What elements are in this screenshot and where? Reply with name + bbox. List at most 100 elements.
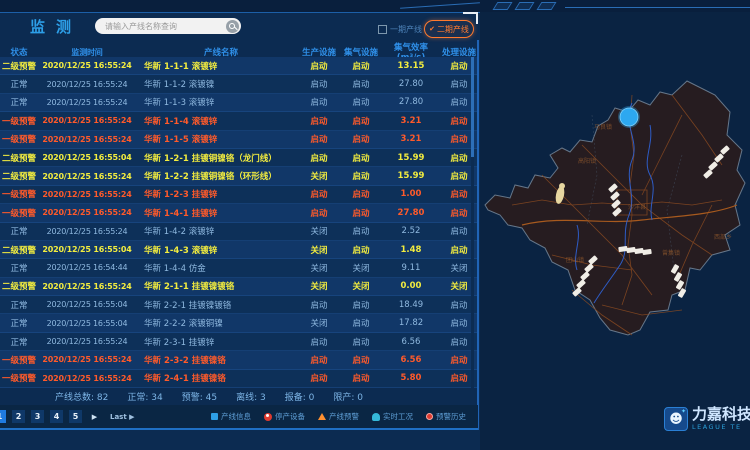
search-input[interactable] [95, 21, 226, 32]
search-box [95, 18, 241, 34]
cell-time: 2020/12/25 16:55:04 [38, 153, 136, 162]
cell-collection: 启动 [340, 244, 382, 256]
table-row[interactable]: 正常2020/12/25 16:55:24华新 1-4-2 滚镀锌关闭启动2.5… [0, 223, 478, 241]
summary-item: 离线: 3 [236, 393, 266, 403]
scrollbar-thumb[interactable] [471, 57, 474, 157]
page-button-4[interactable]: 4 [50, 410, 63, 423]
cell-time: 2020/12/25 16:55:24 [38, 337, 136, 346]
cell-name: 华新 1-4-2 滚镀锌 [136, 225, 298, 237]
cell-status: 一级预警 [0, 188, 38, 200]
map-svg: 马良镇高阳镇沙洋县西部乡曾集镇团山镇 [482, 55, 750, 445]
table-row[interactable]: 一级预警2020/12/25 16:55:24华新 1-1-4 滚镀锌启动启动3… [0, 112, 478, 130]
legend-item-history[interactable]: 预警历史 [426, 411, 466, 422]
legend-item-warning[interactable]: 产线预警 [318, 411, 359, 422]
table-row[interactable]: 一级预警2020/12/25 16:55:24华新 1-1-5 滚镀锌启动启动3… [0, 131, 478, 149]
cell-production: 关闭 [298, 317, 340, 329]
summary-item: 限产: 0 [333, 393, 363, 403]
cell-collection: 启动 [340, 372, 382, 384]
cell-status: 正常 [0, 96, 38, 108]
page-button-3[interactable]: 3 [31, 410, 44, 423]
legend-item-realtime[interactable]: 实时工况 [372, 411, 413, 422]
cell-time: 2020/12/25 16:55:04 [38, 245, 136, 254]
cell-name: 华新 1-1-5 滚镀锌 [136, 133, 298, 145]
cell-efficiency: 15.99 [382, 153, 440, 163]
column-header: 监测时间 [38, 47, 136, 58]
cell-collection: 启动 [340, 317, 382, 329]
cell-efficiency: 0.00 [382, 281, 440, 291]
table-row[interactable]: 正常2020/12/25 16:55:24华新 1-1-3 滚镀锌启动启动27.… [0, 94, 478, 112]
cell-efficiency: 9.11 [382, 263, 440, 273]
cell-efficiency: 27.80 [382, 208, 440, 218]
cell-status: 正常 [0, 317, 38, 329]
summary-item: 正常: 34 [127, 393, 162, 403]
cell-efficiency: 27.80 [382, 97, 440, 107]
cell-efficiency: 3.21 [382, 134, 440, 144]
map-place-label: 高阳镇 [578, 157, 596, 165]
cell-time: 2020/12/25 16:55:24 [38, 80, 136, 89]
summary-item: 产线总数: 82 [55, 393, 108, 403]
table-row[interactable]: 正常2020/12/25 16:55:04华新 2-2-1 挂镀镍镀铬启动启动1… [0, 296, 478, 314]
page-title: 监测 [30, 16, 82, 37]
page-button-2[interactable]: 2 [12, 410, 25, 423]
device-marker[interactable] [620, 108, 638, 126]
cell-status: 二级预警 [0, 280, 38, 292]
cell-time: 2020/12/25 16:55:24 [38, 282, 136, 291]
table-row[interactable]: 一级预警2020/12/25 16:55:24华新 2-4-1 挂镀镍铬启动启动… [0, 370, 478, 388]
map-place-label: 马良镇 [594, 123, 612, 131]
table-row[interactable]: 二级预警2020/12/25 16:55:04华新 1-2-1 挂镀铜镍铬（龙门… [0, 149, 478, 167]
table-row[interactable]: 正常2020/12/25 16:54:44华新 1-4-4 仿金关闭关闭9.11… [0, 259, 478, 277]
device-marker-group [618, 106, 640, 128]
cell-status: 一级预警 [0, 133, 38, 145]
cell-status: 正常 [0, 225, 38, 237]
table-row[interactable]: 二级预警2020/12/25 16:55:04华新 1-4-3 滚镀锌关闭启动1… [0, 241, 478, 259]
table-row[interactable]: 一级预警2020/12/25 16:55:24华新 1-2-3 挂镀锌启动启动1… [0, 186, 478, 204]
cell-time: 2020/12/25 16:55:24 [38, 98, 136, 107]
cell-efficiency: 3.21 [382, 116, 440, 126]
table-row[interactable]: 一级预警2020/12/25 16:55:24华新 1-4-1 挂镀锌启动启动2… [0, 204, 478, 222]
next-page-button[interactable]: ▶ [88, 410, 101, 423]
legend-item-stop[interactable]: 停产设备 [264, 411, 305, 422]
cell-time: 2020/12/25 16:55:24 [38, 116, 136, 125]
cell-collection: 启动 [340, 299, 382, 311]
legend-item-info[interactable]: 产线信息 [211, 411, 251, 422]
cell-production: 关闭 [298, 280, 340, 292]
page-button-1[interactable]: 1 [0, 410, 6, 423]
cell-name: 华新 2-1-1 挂镀镍镀铬 [136, 280, 298, 292]
cell-production: 关闭 [298, 225, 340, 237]
cell-collection: 启动 [340, 354, 382, 366]
last-page-button[interactable]: Last ▶ [107, 410, 138, 423]
legend-label: 产线预警 [329, 411, 359, 422]
map-place-label: 西部乡 [714, 233, 732, 241]
cell-status: 一级预警 [0, 207, 38, 219]
cell-efficiency: 2.52 [382, 226, 440, 236]
cell-status: 正常 [0, 262, 38, 274]
cell-status: 一级预警 [0, 372, 38, 384]
table-body: 二级预警2020/12/25 16:55:24华新 1-1-1 滚镀锌启动启动1… [0, 57, 478, 388]
table-row[interactable]: 二级预警2020/12/25 16:55:24华新 1-1-1 滚镀锌启动启动1… [0, 57, 478, 75]
phase1-checkbox[interactable]: 一期产线 [378, 24, 422, 35]
cell-collection: 启动 [340, 96, 382, 108]
deco-slash [493, 2, 513, 10]
table-row[interactable]: 二级预警2020/12/25 16:55:24华新 2-1-1 挂镀镍镀铬关闭关… [0, 278, 478, 296]
table-row[interactable]: 正常2020/12/25 16:55:24华新 2-3-1 挂镀锌启动启动6.5… [0, 333, 478, 351]
check-icon: ✔ [429, 25, 435, 33]
cell-name: 华新 1-1-2 滚镀镍 [136, 78, 298, 90]
cell-name: 华新 1-2-1 挂镀铜镍铬（龙门线） [136, 152, 298, 164]
cell-name: 华新 1-4-1 挂镀锌 [136, 207, 298, 219]
cell-production: 启动 [298, 96, 340, 108]
cell-status: 一级预警 [0, 354, 38, 366]
table-row[interactable]: 二级预警2020/12/25 16:55:24华新 1-2-2 挂镀铜镍铬（环形… [0, 167, 478, 185]
table-row[interactable]: 正常2020/12/25 16:55:04华新 2-2-2 滚镀铜镍关闭启动17… [0, 314, 478, 332]
cell-production: 启动 [298, 60, 340, 72]
cell-production: 启动 [298, 207, 340, 219]
cell-production: 关闭 [298, 170, 340, 182]
search-icon[interactable] [226, 20, 239, 33]
page-button-5[interactable]: 5 [69, 410, 82, 423]
summary-bar: 产线总数: 82正常: 34预警: 45离线: 3报备: 0限产: 0 [55, 390, 475, 403]
deco-line [565, 7, 750, 8]
cell-collection: 启动 [340, 78, 382, 90]
cell-collection: 启动 [340, 60, 382, 72]
cell-time: 2020/12/25 16:55:24 [38, 190, 136, 199]
table-row[interactable]: 正常2020/12/25 16:55:24华新 1-1-2 滚镀镍启动启动27.… [0, 75, 478, 93]
table-row[interactable]: 一级预警2020/12/25 16:55:24华新 2-3-2 挂镀镍铬启动启动… [0, 351, 478, 369]
